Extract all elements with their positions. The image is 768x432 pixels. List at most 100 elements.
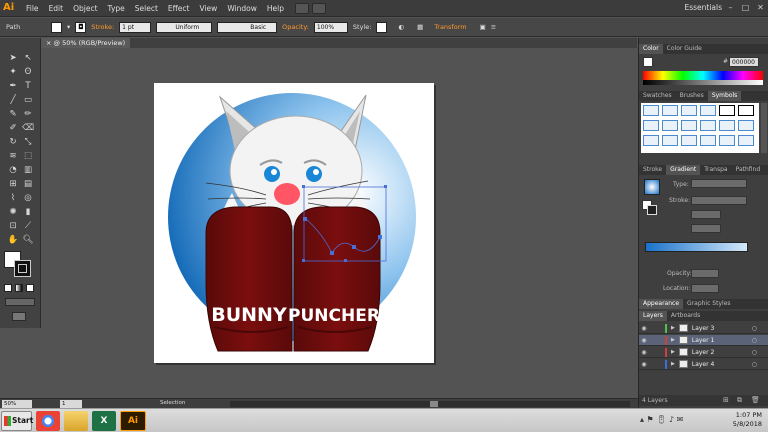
paintbrush-tool-icon[interactable]: ✎ xyxy=(6,108,20,120)
hand-tool-icon[interactable]: ✋ xyxy=(6,234,20,246)
opacity-label[interactable]: Opacity: xyxy=(282,23,309,31)
layer-name[interactable]: Layer 1 xyxy=(692,337,714,344)
close-button[interactable]: ✕ xyxy=(753,0,768,15)
rectangle-tool-icon[interactable]: ▭ xyxy=(21,94,35,106)
expand-arrow-icon[interactable]: ▶ xyxy=(671,325,675,331)
stroke-label[interactable]: Stroke: xyxy=(91,23,114,31)
eraser-tool-icon[interactable]: ⌫ xyxy=(21,122,35,134)
symbol-13[interactable] xyxy=(643,135,659,146)
isolate-icon[interactable]: ▣ xyxy=(480,23,486,31)
system-clock[interactable]: 1:07 PM 5/8/2018 xyxy=(733,411,762,429)
artboard-tool-icon[interactable]: ⊡ xyxy=(6,220,20,232)
none-mode-button[interactable] xyxy=(26,284,34,292)
artboard-number-field[interactable]: 1 xyxy=(60,400,82,408)
menu-object[interactable]: Object xyxy=(68,4,102,13)
symbol-14[interactable] xyxy=(662,135,678,146)
layer-row[interactable]: ◉ ▶ Layer 4 ○ xyxy=(639,359,768,370)
color-fill-indicator[interactable] xyxy=(643,57,653,67)
file-explorer-icon[interactable] xyxy=(64,411,88,431)
transform-link[interactable]: Transform xyxy=(434,23,466,31)
menu-view[interactable]: View xyxy=(195,4,223,13)
tab-color-guide[interactable]: Color Guide xyxy=(663,44,706,54)
bridge-button[interactable] xyxy=(295,2,309,14)
gradient-slider[interactable] xyxy=(645,242,748,252)
slice-tool-icon[interactable]: ⟋ xyxy=(21,220,35,232)
pen-tool-icon[interactable]: ✒ xyxy=(6,80,20,92)
rotate-tool-icon[interactable]: ↻ xyxy=(6,136,20,148)
symbol-16[interactable] xyxy=(700,135,716,146)
delete-layer-icon[interactable]: 🗑︎ xyxy=(751,396,760,404)
layer-name[interactable]: Layer 3 xyxy=(692,325,714,332)
symbol-18[interactable] xyxy=(738,135,754,146)
warp-tool-icon[interactable]: ≋ xyxy=(6,150,20,162)
color-spectrum[interactable] xyxy=(643,71,763,85)
symbol-2[interactable] xyxy=(662,105,678,116)
tab-gradient[interactable]: Gradient xyxy=(666,165,701,175)
document-tab[interactable]: × @ 50% (RGB/Preview) xyxy=(41,38,131,48)
symbol-9[interactable] xyxy=(681,120,697,131)
scale-tool-icon[interactable]: ⤡ xyxy=(21,136,35,148)
brush-definition[interactable]: Basic xyxy=(217,21,278,33)
menu-effect[interactable]: Effect xyxy=(163,4,195,13)
symbol-sprayer-tool-icon[interactable]: ✺ xyxy=(6,206,20,218)
panel-menu-icon[interactable]: ≡ xyxy=(491,23,496,31)
glove-text-left[interactable]: BUNNY xyxy=(211,304,287,326)
layer-name[interactable]: Layer 2 xyxy=(692,349,714,356)
visibility-eye-icon[interactable]: ◉ xyxy=(639,361,649,368)
symbol-8[interactable] xyxy=(662,120,678,131)
cat-nose[interactable] xyxy=(274,183,300,205)
pencil-tool-icon[interactable]: ✏ xyxy=(21,108,35,120)
illustrator-taskbar-icon[interactable]: Ai xyxy=(120,411,146,431)
layer-name[interactable]: Layer 4 xyxy=(692,361,714,368)
stroke-weight-field[interactable]: 1 pt xyxy=(119,21,152,33)
visibility-eye-icon[interactable]: ◉ xyxy=(639,325,649,332)
visibility-eye-icon[interactable]: ◉ xyxy=(639,337,649,344)
gradient-location-field[interactable] xyxy=(691,284,719,293)
symbol-17[interactable] xyxy=(719,135,735,146)
magic-wand-tool-icon[interactable]: ✦ xyxy=(6,66,20,78)
tab-brushes[interactable]: Brushes xyxy=(676,91,708,101)
tab-layers[interactable]: Layers xyxy=(639,311,667,321)
screen-mode-button[interactable] xyxy=(12,312,26,321)
gradient-stroke-options[interactable] xyxy=(691,196,747,205)
symbols-scrollbar[interactable] xyxy=(761,103,767,153)
tab-appearance[interactable]: Appearance xyxy=(639,299,684,309)
recolor-artwork-icon[interactable]: ◐ xyxy=(398,23,404,31)
chrome-icon[interactable] xyxy=(36,411,60,431)
tab-stroke[interactable]: Stroke xyxy=(639,165,666,175)
tab-transparency[interactable]: Transpa xyxy=(700,165,731,175)
symbol-4[interactable] xyxy=(700,105,716,116)
tab-pathfinder[interactable]: Pathfind xyxy=(732,165,765,175)
layer-row[interactable]: ◉ ▶ Layer 1 ○ xyxy=(639,335,768,346)
gradient-aspect-field[interactable] xyxy=(691,224,721,233)
menu-window[interactable]: Window xyxy=(222,4,262,13)
mesh-tool-icon[interactable]: ⊞ xyxy=(6,178,20,190)
expand-arrow-icon[interactable]: ▶ xyxy=(671,337,675,343)
glove-text-right[interactable]: PUNCHER xyxy=(288,306,380,326)
eyedropper-tool-icon[interactable]: ⌇ xyxy=(6,192,20,204)
stroke-color-box[interactable] xyxy=(14,260,31,277)
expand-arrow-icon[interactable]: ▶ xyxy=(671,361,675,367)
artboard[interactable]: BUNNY PUNCHER xyxy=(154,83,434,363)
graphic-style-swatch[interactable] xyxy=(376,21,388,33)
symbol-11[interactable] xyxy=(719,120,735,131)
symbol-1[interactable] xyxy=(643,105,659,116)
zoom-field[interactable]: 50% xyxy=(2,400,32,408)
gradient-angle-field[interactable] xyxy=(691,210,721,219)
symbol-15[interactable] xyxy=(681,135,697,146)
symbol-5[interactable] xyxy=(719,105,735,116)
symbol-12[interactable] xyxy=(738,120,754,131)
blend-tool-icon[interactable]: ◎ xyxy=(21,192,35,204)
layer-row[interactable]: ◉ ▶ Layer 3 ○ xyxy=(639,323,768,334)
target-circle-icon[interactable]: ○ xyxy=(752,349,757,356)
tab-color[interactable]: Color xyxy=(639,44,663,54)
gradient-opacity-field[interactable] xyxy=(691,269,719,278)
menu-help[interactable]: Help xyxy=(262,4,289,13)
new-layer-icon[interactable]: ⊞ xyxy=(723,396,729,404)
fill-dropdown-icon[interactable]: ▾ xyxy=(67,23,70,31)
excel-icon[interactable]: X xyxy=(92,411,116,431)
menu-file[interactable]: File xyxy=(21,4,44,13)
hex-field[interactable]: 000000 xyxy=(729,57,759,67)
gradient-mode-button[interactable] xyxy=(15,284,23,292)
target-circle-icon[interactable]: ○ xyxy=(752,325,757,332)
